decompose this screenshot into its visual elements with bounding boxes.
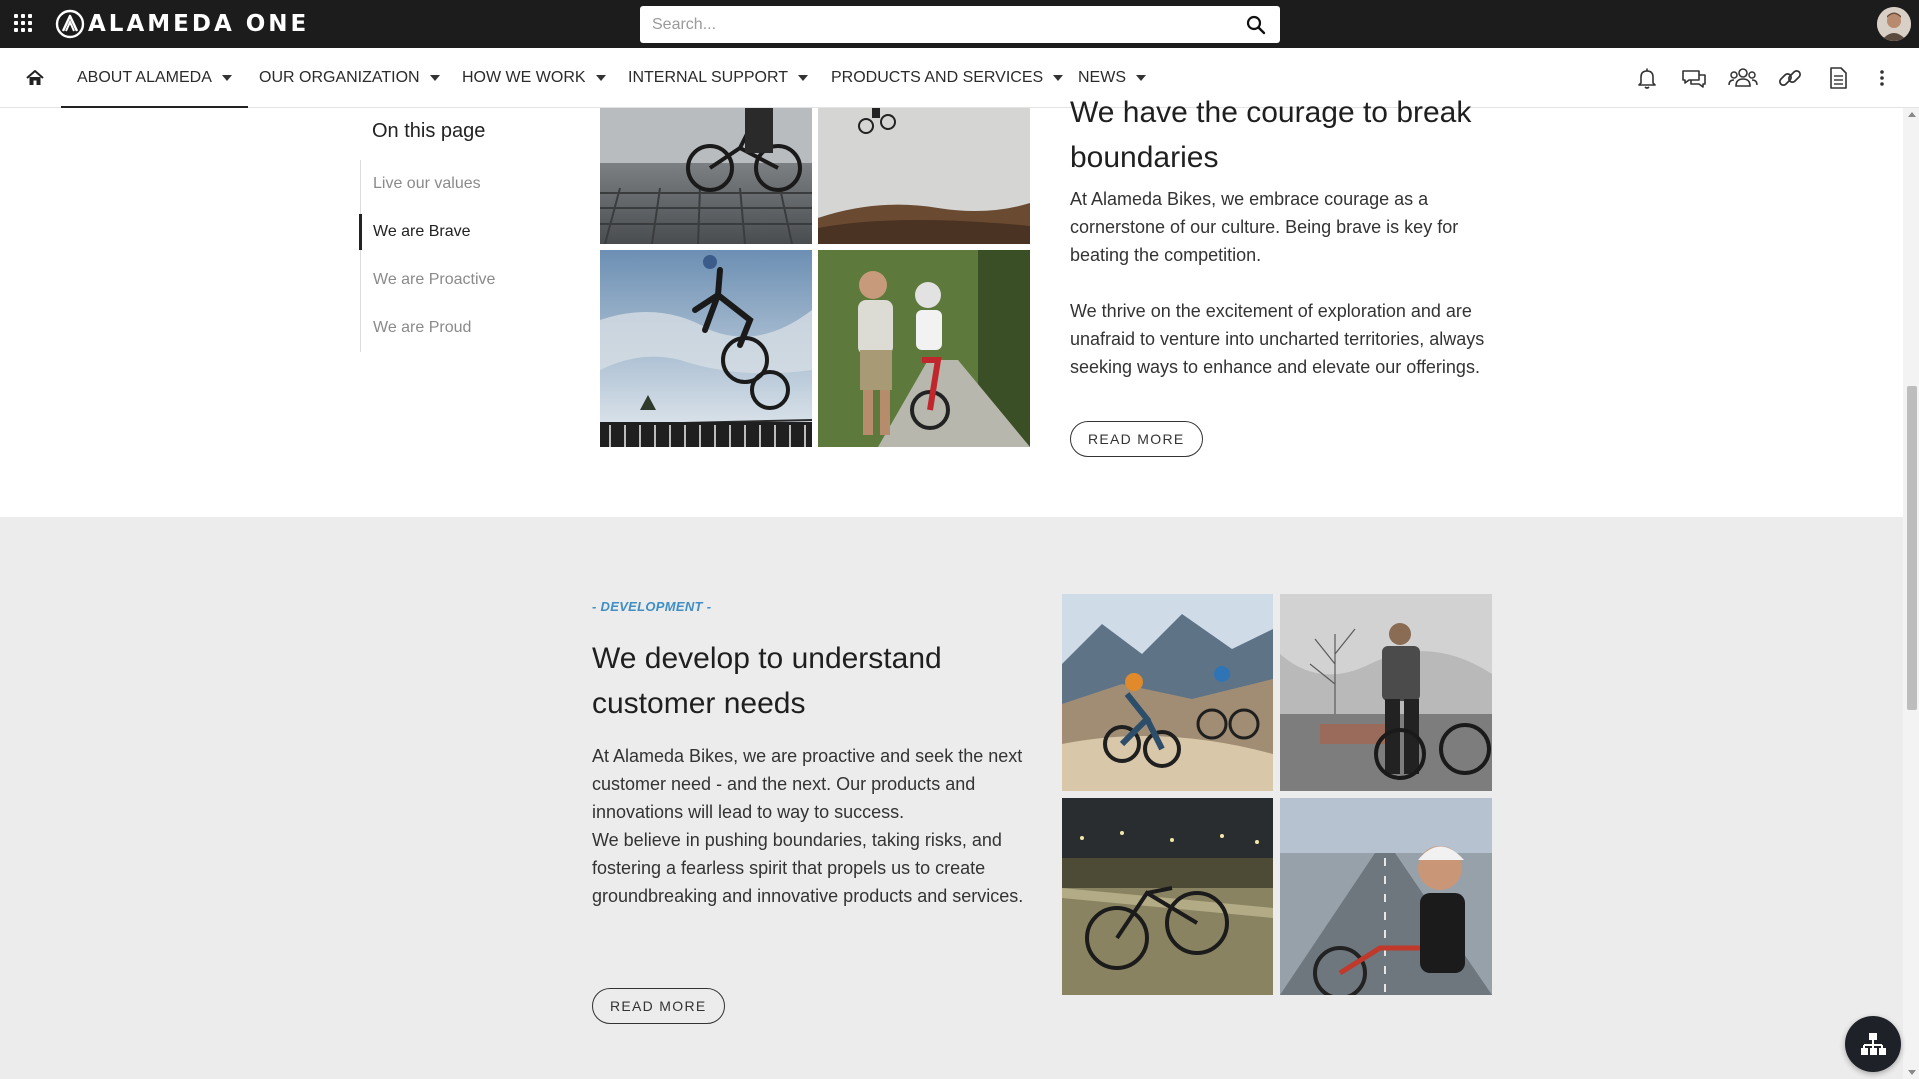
photo-bike-jump-hill xyxy=(818,108,1030,244)
user-avatar[interactable] xyxy=(1877,7,1911,41)
sitemap-button[interactable] xyxy=(1845,1016,1901,1072)
logo-text: ALAMEDA ONE xyxy=(88,11,310,37)
page-scrollbar[interactable] xyxy=(1903,108,1919,1079)
page-toc: Live our values We are Brave We are Proa… xyxy=(359,160,560,352)
logo[interactable]: ALAMEDA ONE xyxy=(55,8,309,40)
photo-father-child-bike xyxy=(818,250,1030,447)
nav-about-alameda[interactable]: ABOUT ALAMEDA xyxy=(61,48,248,108)
photo-bmx-jump-sky xyxy=(600,250,812,447)
toc-item-we-are-proactive[interactable]: We are Proactive xyxy=(361,256,560,304)
home-icon[interactable] xyxy=(24,67,46,89)
chevron-down-icon xyxy=(1053,75,1064,81)
nav-products-and-services-label: PRODUCTS AND SERVICES xyxy=(831,69,1044,86)
nav-how-we-work[interactable]: HOW WE WORK xyxy=(462,48,606,108)
development-heading: We develop to understand customer needs xyxy=(592,642,942,720)
search-icon[interactable] xyxy=(1246,15,1266,35)
toc-item-we-are-proud[interactable]: We are Proud xyxy=(361,304,560,352)
nav-our-organization-label: OUR ORGANIZATION xyxy=(259,69,420,86)
link-icon[interactable] xyxy=(1776,64,1804,92)
app-launcher-icon[interactable] xyxy=(14,14,32,32)
photo-mountain-bikers xyxy=(1062,594,1273,791)
search-input[interactable] xyxy=(640,6,1230,43)
top-bar: ALAMEDA ONE xyxy=(0,0,1919,48)
nav-internal-support[interactable]: INTERNAL SUPPORT xyxy=(628,48,809,108)
avatar-image xyxy=(1877,7,1911,41)
brave-heading: We have the courage to break boundaries xyxy=(1070,90,1510,180)
nav-how-we-work-label: HOW WE WORK xyxy=(462,69,586,86)
brave-paragraph-1: At Alameda Bikes, we embrace courage as … xyxy=(1070,189,1459,265)
brave-heading-line2: boundaries xyxy=(1070,141,1219,174)
toc-item-we-are-brave[interactable]: We are Brave xyxy=(359,208,560,256)
document-icon[interactable] xyxy=(1824,64,1852,92)
photo-bike-on-pier xyxy=(600,108,812,244)
brave-heading-line1: We have the courage to break xyxy=(1070,96,1472,129)
nav-internal-support-label: INTERNAL SUPPORT xyxy=(628,69,789,86)
nav-our-organization[interactable]: OUR ORGANIZATION xyxy=(259,48,440,108)
chat-icon[interactable] xyxy=(1680,64,1708,92)
nav-about-alameda-label: ABOUT ALAMEDA xyxy=(77,69,212,86)
chevron-down-icon xyxy=(798,75,809,81)
scroll-down-arrow-icon[interactable] xyxy=(1908,1070,1916,1075)
photo-man-with-bmx xyxy=(1280,594,1492,791)
chevron-down-icon xyxy=(429,75,440,81)
brave-paragraph-2: We thrive on the excitement of explorati… xyxy=(1070,301,1485,377)
photo-bike-against-wall xyxy=(1062,798,1273,995)
scroll-up-arrow-icon[interactable] xyxy=(1908,112,1916,117)
chevron-down-icon xyxy=(595,75,606,81)
brave-read-more-button[interactable]: READ MORE xyxy=(1070,421,1203,457)
main-navigation: ABOUT ALAMEDA OUR ORGANIZATION HOW WE WO… xyxy=(0,48,1919,108)
development-eyebrow: - DEVELOPMENT - xyxy=(592,599,712,614)
scroll-thumb[interactable] xyxy=(1907,386,1917,710)
people-icon[interactable] xyxy=(1727,64,1759,92)
chevron-down-icon xyxy=(1136,75,1146,81)
chevron-down-icon xyxy=(221,75,232,81)
toc-title: On this page xyxy=(372,120,486,142)
nav-news-label: NEWS xyxy=(1078,69,1126,86)
toc-item-live-our-values[interactable]: Live our values xyxy=(361,160,560,208)
development-read-more-button[interactable]: READ MORE xyxy=(592,988,725,1024)
sitemap-icon xyxy=(1861,1033,1886,1055)
nav-products-and-services[interactable]: PRODUCTS AND SERVICES xyxy=(831,48,1064,108)
search-box[interactable] xyxy=(640,6,1280,43)
bell-icon[interactable] xyxy=(1633,64,1661,92)
photo-woman-selfie-road xyxy=(1280,798,1492,995)
more-vertical-icon[interactable] xyxy=(1872,64,1892,92)
logo-mark-icon xyxy=(55,9,85,39)
development-paragraph-2: We believe in pushing boundaries, taking… xyxy=(592,830,1024,906)
development-paragraph-1: At Alameda Bikes, we are proactive and s… xyxy=(592,746,1023,822)
